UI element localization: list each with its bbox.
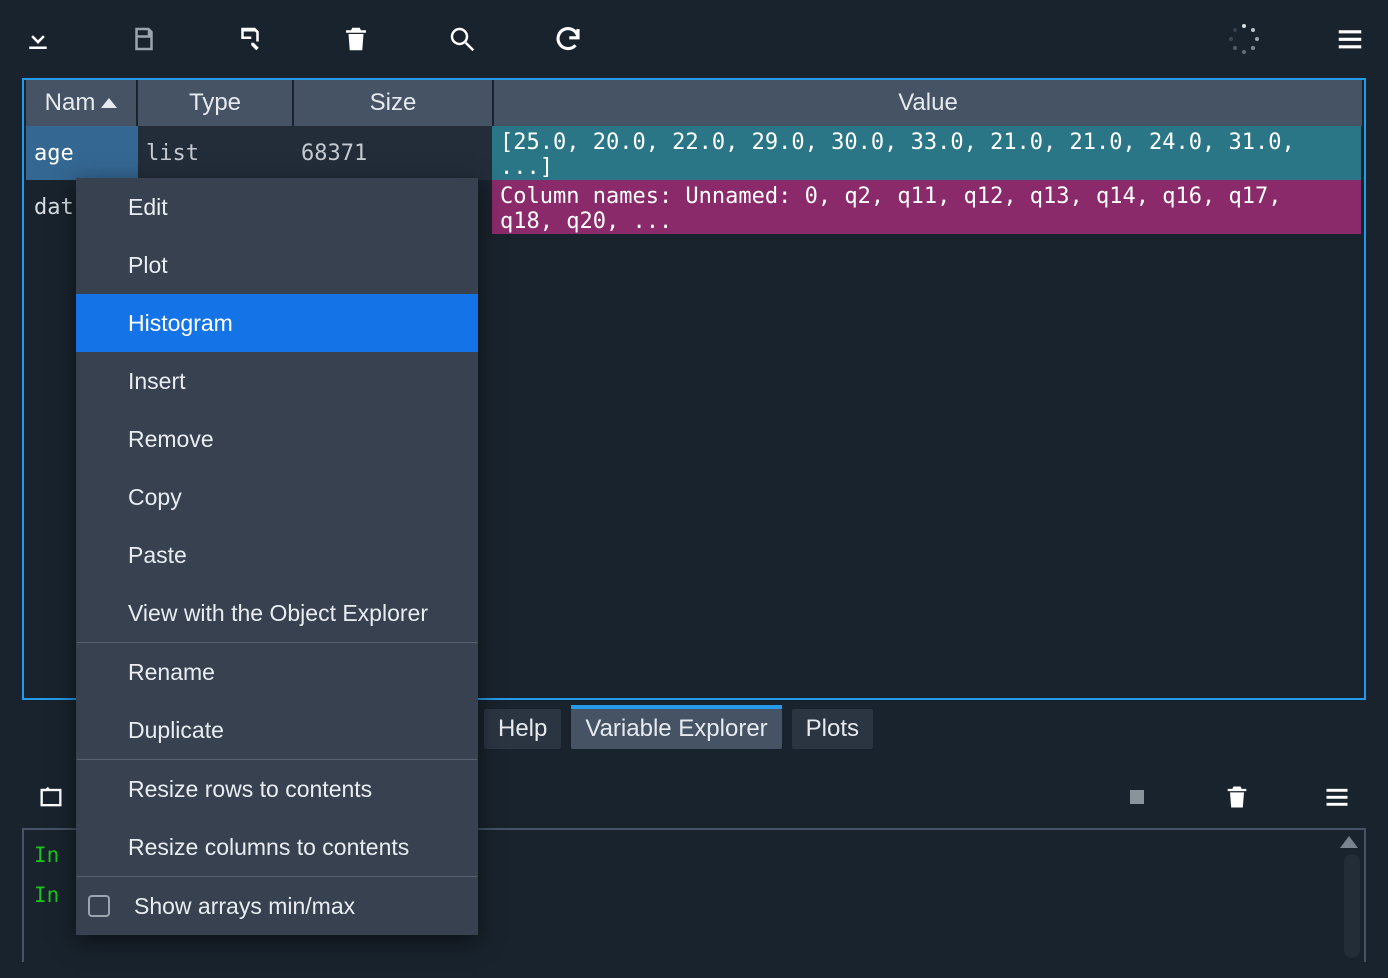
cell-type[interactable]: list <box>138 126 293 180</box>
tab-plots[interactable]: Plots <box>792 709 873 749</box>
scroll-up-icon[interactable] <box>1340 836 1358 848</box>
column-header-name-label: Nam <box>45 89 96 117</box>
variable-explorer-toolbar <box>0 0 1388 78</box>
context-menu-duplicate[interactable]: Duplicate <box>76 701 478 759</box>
context-menu: Edit Plot Histogram Insert Remove Copy P… <box>76 178 478 935</box>
context-menu-edit[interactable]: Edit <box>76 178 478 236</box>
context-menu-paste[interactable]: Paste <box>76 526 478 584</box>
sort-ascending-icon <box>101 98 117 108</box>
delete-all-button[interactable] <box>332 15 380 63</box>
context-menu-view-object-explorer[interactable]: View with the Object Explorer <box>76 584 478 642</box>
loading-spinner-icon <box>1220 15 1268 63</box>
context-menu-resize-rows[interactable]: Resize rows to contents <box>76 760 478 818</box>
search-button[interactable] <box>438 15 486 63</box>
context-menu-copy[interactable]: Copy <box>76 468 478 526</box>
clear-console-button[interactable] <box>1216 776 1258 818</box>
column-header-value[interactable]: Value <box>494 80 1362 126</box>
context-menu-resize-columns[interactable]: Resize columns to contents <box>76 818 478 876</box>
context-menu-rename[interactable]: Rename <box>76 643 478 701</box>
browse-tabs-button[interactable] <box>30 776 72 818</box>
column-header-type[interactable]: Type <box>138 80 292 126</box>
cell-value[interactable]: [25.0, 20.0, 22.0, 29.0, 30.0, 33.0, 21.… <box>492 126 1361 180</box>
context-menu-histogram[interactable]: Histogram <box>76 294 478 352</box>
options-menu-button[interactable] <box>1326 15 1374 63</box>
scrollbar-track[interactable] <box>1344 854 1360 958</box>
context-menu-show-arrays-minmax[interactable]: Show arrays min/max <box>76 877 478 935</box>
table-row[interactable]: age list 68371 [25.0, 20.0, 22.0, 29.0, … <box>24 126 1364 180</box>
checkbox-icon <box>88 895 110 917</box>
cell-size[interactable]: 68371 <box>293 126 492 180</box>
context-menu-insert[interactable]: Insert <box>76 352 478 410</box>
stop-button[interactable] <box>1116 776 1158 818</box>
import-data-button[interactable] <box>14 15 62 63</box>
table-header-row: Nam Type Size Value <box>24 80 1364 126</box>
tab-variable-explorer[interactable]: Variable Explorer <box>571 709 781 749</box>
context-menu-remove[interactable]: Remove <box>76 410 478 468</box>
column-header-name[interactable]: Nam <box>26 80 136 126</box>
context-menu-checkbox-label: Show arrays min/max <box>134 893 355 920</box>
save-as-button[interactable] <box>226 15 274 63</box>
console-options-button[interactable] <box>1316 776 1358 818</box>
column-header-size[interactable]: Size <box>294 80 492 126</box>
context-menu-plot[interactable]: Plot <box>76 236 478 294</box>
tab-help[interactable]: Help <box>484 709 561 749</box>
save-button[interactable] <box>120 15 168 63</box>
cell-name[interactable]: age <box>26 126 138 180</box>
pane-tabs: Help Variable Explorer Plots <box>484 706 1388 752</box>
cell-value[interactable]: Column names: Unnamed: 0, q2, q11, q12, … <box>492 180 1361 234</box>
refresh-button[interactable] <box>544 15 592 63</box>
